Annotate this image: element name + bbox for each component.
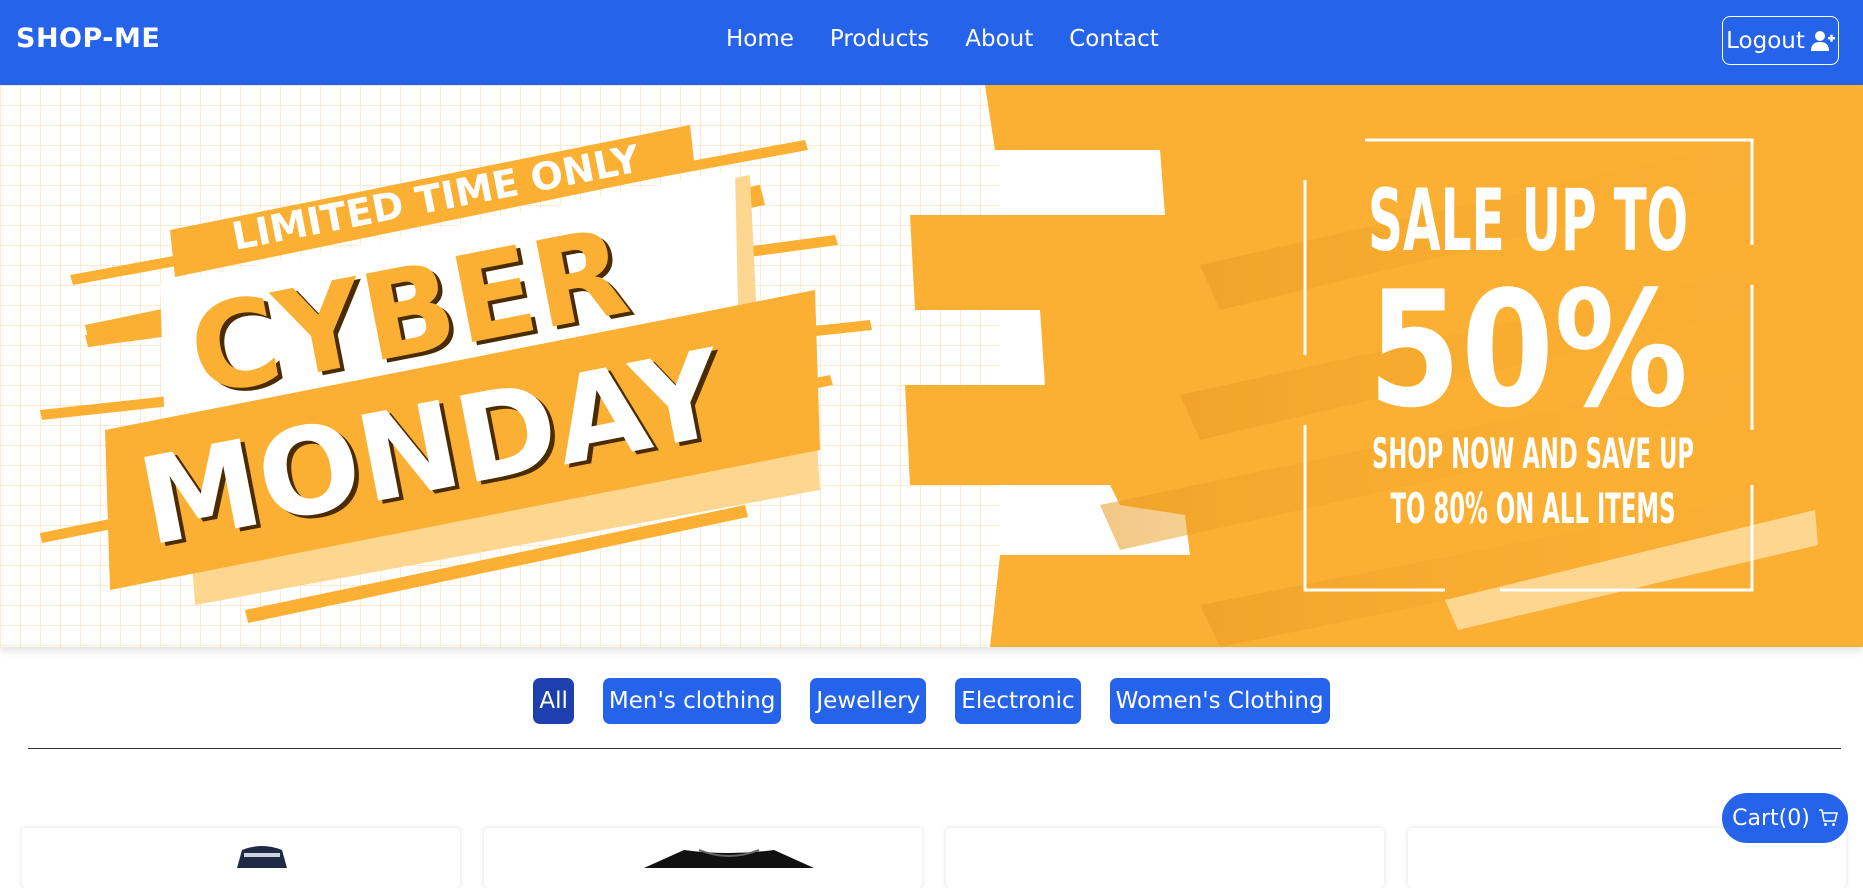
nav-link-home[interactable]: Home <box>726 26 794 52</box>
nav-link-products[interactable]: Products <box>830 26 929 52</box>
product-card[interactable] <box>484 828 922 888</box>
hero-sale-percent: 50% <box>1368 256 1688 443</box>
brand-logo[interactable]: SHOP-ME <box>16 23 160 54</box>
filter-electronic-button[interactable]: Electronic <box>955 678 1081 724</box>
nav-link-contact[interactable]: Contact <box>1069 26 1158 52</box>
category-filters: All Men's clothing Jewellery Electronic … <box>0 678 1863 724</box>
filter-all-button[interactable]: All <box>533 678 574 724</box>
cart-label: Cart(0) <box>1732 805 1810 831</box>
product-image <box>644 849 814 868</box>
cart-button[interactable]: Cart(0) <box>1722 793 1848 843</box>
logout-button[interactable]: Logout <box>1722 16 1839 65</box>
hero-banner: LIMITED TIME ONLY CYBER CYBER MONDAY MON… <box>0 85 1863 647</box>
hero-sub-line-2: TO 80% ON ALL ITEMS <box>1391 484 1676 533</box>
logout-label: Logout <box>1726 27 1805 54</box>
product-card[interactable] <box>946 828 1384 888</box>
nav-link-about[interactable]: About <box>965 26 1033 52</box>
filter-mens-clothing-button[interactable]: Men's clothing <box>602 678 782 724</box>
filter-womens-clothing-button[interactable]: Women's Clothing <box>1109 678 1330 724</box>
user-plus-icon <box>1810 30 1835 51</box>
hero-sub-line-1: SHOP NOW AND SAVE UP <box>1372 429 1694 478</box>
section-divider <box>28 748 1841 749</box>
product-card[interactable] <box>22 828 460 888</box>
filter-jewellery-button[interactable]: Jewellery <box>810 678 927 724</box>
nav-links: Home Products About Contact <box>726 26 1159 52</box>
product-grid <box>0 828 1863 888</box>
navbar: SHOP-ME Home Products About Contact Logo… <box>0 0 1863 85</box>
cart-icon <box>1818 809 1838 826</box>
product-image <box>237 846 287 868</box>
